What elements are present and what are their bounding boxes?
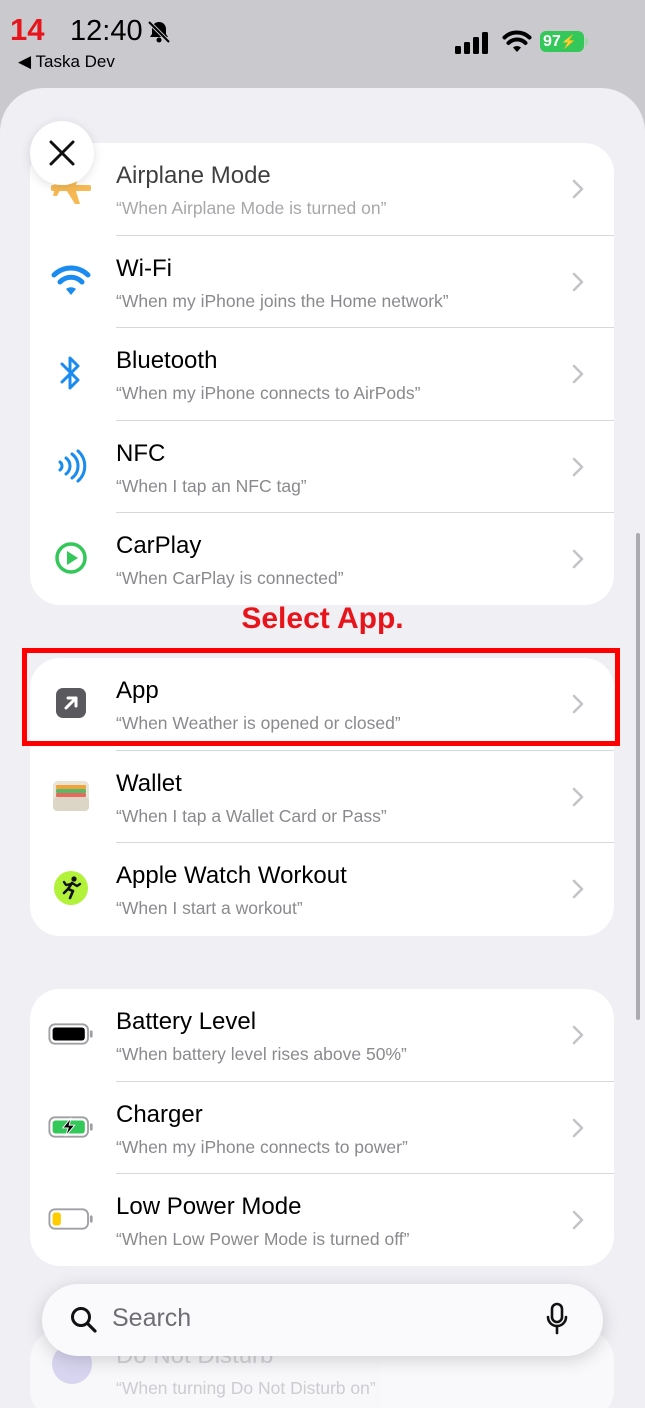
trigger-title: Wi-Fi xyxy=(116,254,172,282)
close-icon xyxy=(49,140,75,166)
search-bar[interactable]: Search xyxy=(42,1284,603,1356)
bluetooth-icon xyxy=(48,350,94,396)
status-bar: 14 12:40 ◀ Taska Dev 97⚡ xyxy=(0,0,645,90)
chevron-right-icon xyxy=(572,1025,584,1045)
trigger-subtitle: “When my iPhone joins the Home network” xyxy=(116,290,449,311)
trigger-subtitle: “When turning Do Not Disturb on” xyxy=(116,1378,376,1398)
chevron-right-icon xyxy=(572,879,584,899)
trigger-title: CarPlay xyxy=(116,532,202,559)
trigger-title: Charger xyxy=(116,1100,203,1128)
trigger-row-nfc[interactable]: NFC “When I tap an NFC tag” xyxy=(30,421,614,513)
chevron-right-icon xyxy=(572,787,584,806)
trigger-row-app[interactable]: App “When Weather is opened or closed” xyxy=(30,658,614,751)
trigger-row-wifi[interactable]: Wi-Fi “When my iPhone joins the Home net… xyxy=(30,236,614,328)
trigger-subtitle: “When I tap a Wallet Card or Pass” xyxy=(116,805,387,826)
trigger-subtitle: “When my iPhone connects to AirPods” xyxy=(116,383,421,403)
trigger-row-airplane[interactable]: Airplane Mode “When Airplane Mode is tur… xyxy=(30,143,614,236)
silent-bell-icon xyxy=(147,20,171,44)
trigger-title: Bluetooth xyxy=(116,347,218,374)
nfc-icon xyxy=(48,443,94,489)
trigger-subtitle: “When my iPhone connects to power” xyxy=(116,1136,408,1157)
trigger-title: App xyxy=(116,677,159,704)
battery-triggers-card: Battery Level “When battery level rises … xyxy=(30,989,614,1266)
back-to-app-link[interactable]: ◀ Taska Dev xyxy=(18,52,115,72)
microphone-icon[interactable] xyxy=(545,1302,569,1336)
annotation-label: Select App. xyxy=(241,602,404,635)
charger-icon xyxy=(48,1104,94,1150)
trigger-row-battery-level[interactable]: Battery Level “When battery level rises … xyxy=(30,989,614,1082)
trigger-row-wallet[interactable]: Wallet “When I tap a Wallet Card or Pass… xyxy=(30,751,614,843)
trigger-title: NFC xyxy=(116,439,166,467)
scrollbar[interactable] xyxy=(636,533,640,1020)
chevron-right-icon xyxy=(572,1118,584,1137)
carplay-icon xyxy=(48,535,94,581)
chevron-right-icon xyxy=(572,272,584,291)
chevron-right-icon xyxy=(572,179,584,199)
trigger-subtitle: “When battery level rises above 50%” xyxy=(116,1044,407,1064)
trigger-title: Low Power Mode xyxy=(116,1193,302,1220)
battery-percent: 97 xyxy=(543,33,561,50)
step-number: 14 xyxy=(10,12,45,47)
battery-status-icon: 97⚡ xyxy=(540,31,588,52)
wifi-icon xyxy=(48,258,94,304)
wallet-icon xyxy=(48,773,94,819)
battery-level-icon xyxy=(48,1011,94,1057)
wifi-status-icon xyxy=(502,30,532,52)
trigger-subtitle: “When I tap an NFC tag” xyxy=(116,475,307,496)
search-input[interactable]: Search xyxy=(112,1304,191,1333)
trigger-row-workout[interactable]: Apple Watch Workout “When I start a work… xyxy=(30,843,614,936)
trigger-subtitle: “When I start a workout” xyxy=(116,898,303,918)
chevron-right-icon xyxy=(572,694,584,714)
trigger-title: Battery Level xyxy=(116,1008,257,1035)
trigger-subtitle: “When Weather is opened or closed” xyxy=(116,713,401,733)
trigger-row-low-power[interactable]: Low Power Mode “When Low Power Mode is t… xyxy=(30,1174,614,1266)
app-triggers-card: App “When Weather is opened or closed” W… xyxy=(30,658,614,936)
trigger-subtitle: “When Airplane Mode is turned on” xyxy=(116,198,387,218)
app-arrow-icon xyxy=(48,680,94,726)
trigger-row-charger[interactable]: Charger “When my iPhone connects to powe… xyxy=(30,1082,614,1174)
chevron-right-icon xyxy=(572,1210,584,1230)
trigger-title: Apple Watch Workout xyxy=(116,862,347,889)
connectivity-triggers-card: Airplane Mode “When Airplane Mode is tur… xyxy=(30,143,614,605)
trigger-subtitle: “When CarPlay is connected” xyxy=(116,568,344,588)
trigger-row-carplay[interactable]: CarPlay “When CarPlay is connected” xyxy=(30,513,614,605)
low-power-icon xyxy=(48,1196,94,1242)
chevron-right-icon xyxy=(572,364,584,384)
cellular-signal-icon xyxy=(455,32,488,54)
trigger-subtitle: “When Low Power Mode is turned off” xyxy=(116,1229,410,1249)
trigger-title: Wallet xyxy=(116,769,182,797)
workout-icon xyxy=(48,865,94,911)
trigger-row-bluetooth[interactable]: Bluetooth “When my iPhone connects to Ai… xyxy=(30,328,614,421)
chevron-right-icon xyxy=(572,549,584,569)
trigger-sheet: Airplane Mode “When Airplane Mode is tur… xyxy=(0,88,645,1408)
chevron-right-icon xyxy=(572,457,584,476)
trigger-title: Airplane Mode xyxy=(116,162,271,189)
search-icon xyxy=(71,1307,97,1333)
close-button[interactable] xyxy=(30,121,94,185)
clock: 12:40 xyxy=(70,15,143,47)
